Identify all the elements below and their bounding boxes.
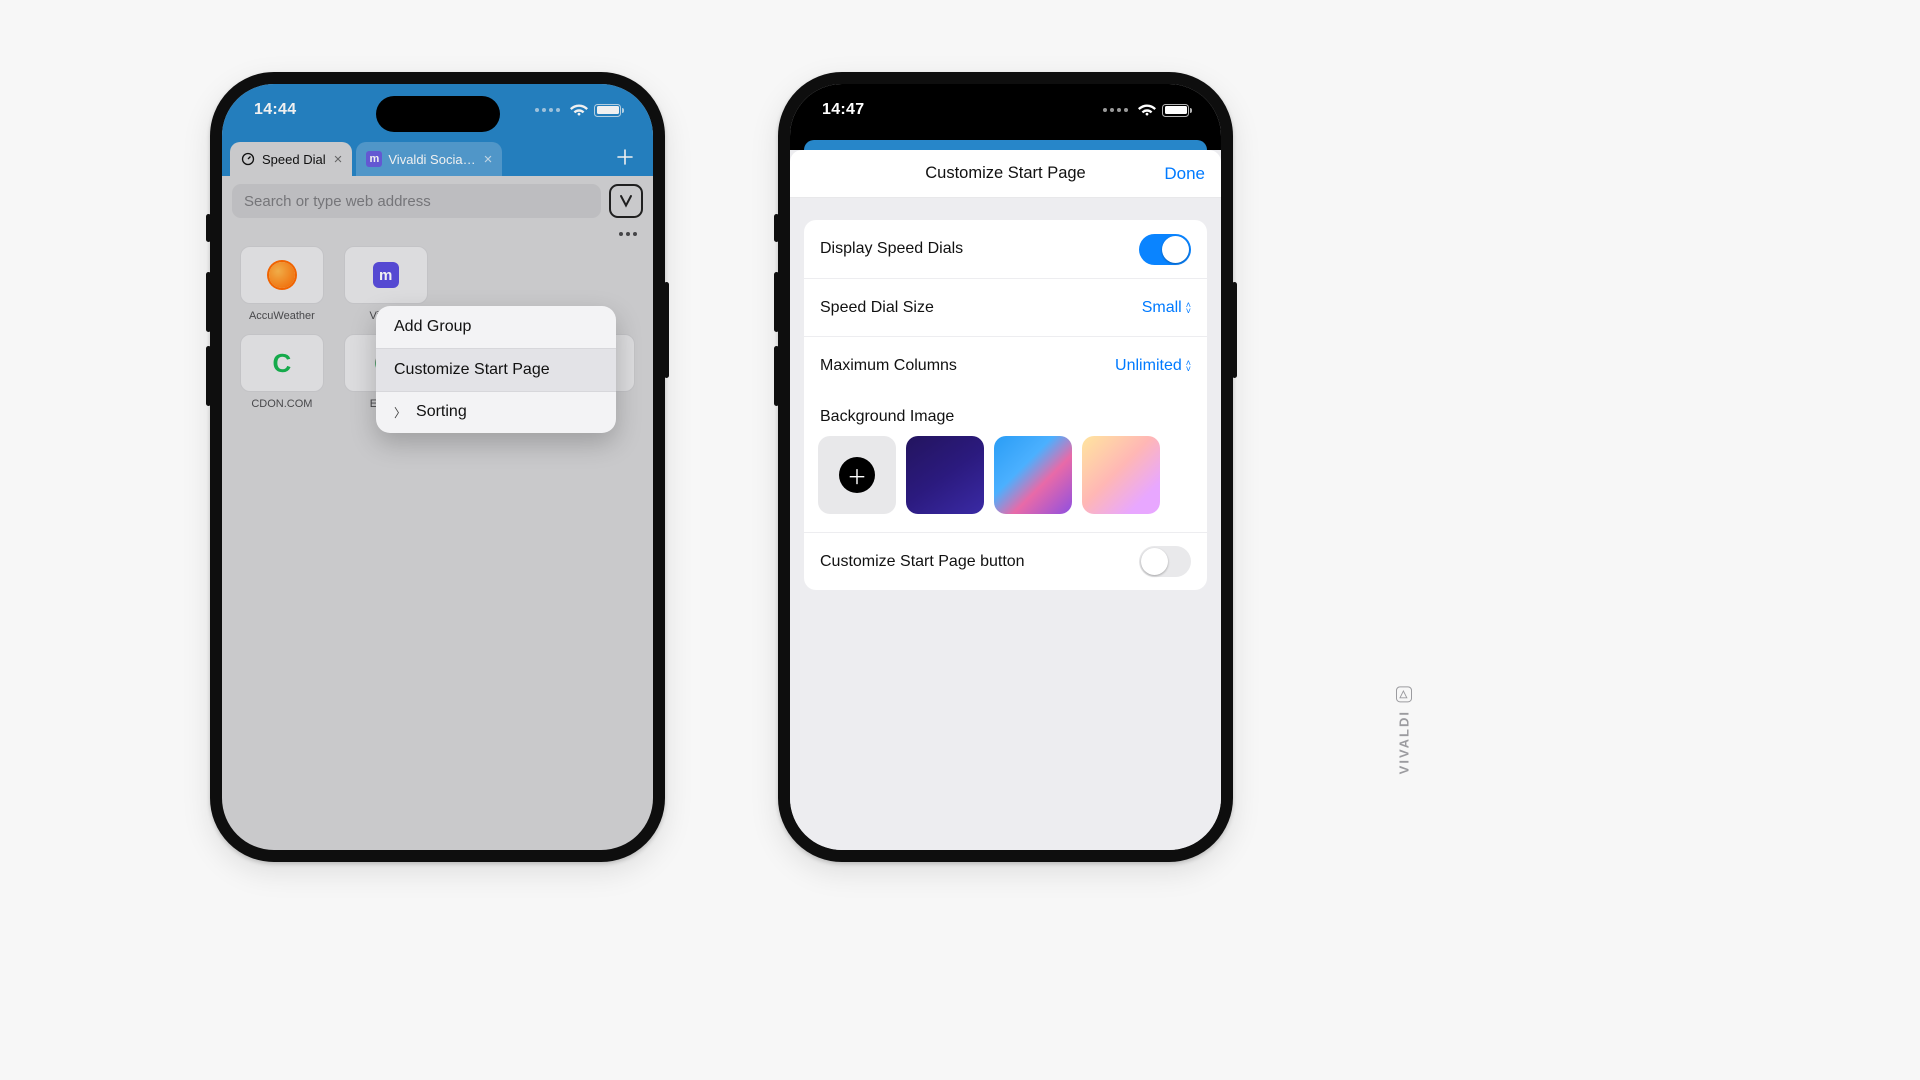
menu-customize-start-page[interactable]: Customize Start Page bbox=[376, 349, 616, 391]
bg-option-3[interactable] bbox=[1082, 436, 1160, 514]
row-background-image-label: Background Image bbox=[804, 394, 1207, 430]
vivaldi-menu-button[interactable] bbox=[609, 184, 643, 218]
background-sheet-peek bbox=[804, 140, 1207, 150]
tab-vivaldi-social[interactable]: m Vivaldi Socia… × bbox=[356, 142, 502, 176]
battery-icon bbox=[1162, 104, 1189, 117]
toggle-display-speed-dials[interactable] bbox=[1139, 234, 1191, 265]
battery-icon bbox=[594, 104, 621, 117]
tab-label: Vivaldi Socia… bbox=[388, 152, 475, 167]
clock: 14:44 bbox=[254, 101, 296, 119]
chevron-up-down-icon: ˄˅ bbox=[1186, 360, 1191, 372]
clock: 14:47 bbox=[822, 101, 864, 119]
menu-sorting[interactable]: 〉Sorting bbox=[376, 391, 616, 433]
close-icon[interactable]: × bbox=[334, 151, 343, 168]
menu-add-group[interactable]: Add Group bbox=[376, 306, 616, 348]
chevron-up-down-icon: ˄˅ bbox=[1186, 302, 1191, 314]
mastodon-icon: m bbox=[373, 262, 399, 288]
wifi-icon bbox=[570, 104, 588, 117]
cdon-icon: C bbox=[272, 348, 291, 379]
address-bar: Search or type web address bbox=[222, 176, 653, 226]
settings-card: Display Speed Dials Speed Dial Size Smal… bbox=[804, 220, 1207, 590]
speed-dial-icon bbox=[240, 151, 256, 167]
more-button[interactable] bbox=[222, 226, 653, 246]
cellular-icon bbox=[535, 108, 560, 112]
bg-add-button[interactable]: ＋ bbox=[818, 436, 896, 514]
tile-cdon[interactable]: CCDON.COM bbox=[236, 334, 328, 410]
mastodon-icon: m bbox=[366, 151, 382, 167]
plus-icon: ＋ bbox=[839, 457, 875, 493]
done-button[interactable]: Done bbox=[1164, 164, 1205, 184]
row-display-speed-dials: Display Speed Dials bbox=[804, 220, 1207, 278]
address-input[interactable]: Search or type web address bbox=[232, 184, 601, 218]
close-icon[interactable]: × bbox=[484, 151, 493, 168]
chevron-right-icon: 〉 bbox=[394, 404, 406, 421]
toggle-customize-start-page-button[interactable] bbox=[1139, 546, 1191, 577]
new-tab-button[interactable] bbox=[605, 138, 645, 176]
wifi-icon bbox=[1138, 104, 1156, 117]
tab-label: Speed Dial bbox=[262, 152, 326, 167]
sun-icon bbox=[269, 262, 295, 288]
address-placeholder: Search or type web address bbox=[244, 193, 431, 210]
row-max-columns[interactable]: Maximum Columns Unlimited˄˅ bbox=[804, 336, 1207, 394]
bg-option-1[interactable] bbox=[906, 436, 984, 514]
phone-right: 14:47 Customize Start Page Done bbox=[778, 72, 1233, 862]
vivaldi-watermark: VIVALDI ▷ bbox=[1396, 686, 1412, 774]
phone-left: 14:44 Speed Dial × m Vival bbox=[210, 72, 665, 862]
context-menu: Add Group Customize Start Page 〉Sorting bbox=[376, 306, 616, 433]
modal-header: Customize Start Page Done bbox=[790, 150, 1221, 198]
tile-accuweather[interactable]: AccuWeather bbox=[236, 246, 328, 322]
dynamic-island bbox=[944, 96, 1068, 132]
tab-bar: Speed Dial × m Vivaldi Socia… × bbox=[222, 138, 653, 176]
dynamic-island bbox=[376, 96, 500, 132]
cellular-icon bbox=[1103, 108, 1128, 112]
bg-option-2[interactable] bbox=[994, 436, 1072, 514]
row-customize-start-page-button: Customize Start Page button bbox=[804, 532, 1207, 590]
modal-title: Customize Start Page bbox=[925, 164, 1086, 183]
row-speed-dial-size[interactable]: Speed Dial Size Small˄˅ bbox=[804, 278, 1207, 336]
modal-body: Display Speed Dials Speed Dial Size Smal… bbox=[790, 198, 1221, 850]
tab-speed-dial[interactable]: Speed Dial × bbox=[230, 142, 352, 176]
vivaldi-icon: ▷ bbox=[1396, 686, 1412, 702]
background-image-picker: ＋ bbox=[804, 430, 1207, 532]
